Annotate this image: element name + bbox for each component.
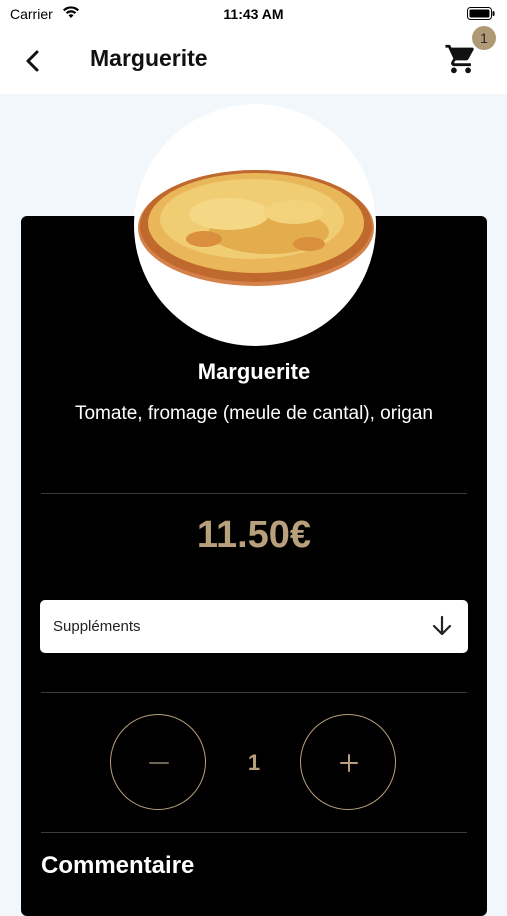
product-name: Marguerite <box>197 359 311 384</box>
back-arrow-icon[interactable] <box>20 48 44 74</box>
status-time: 11:43 AM <box>223 6 284 22</box>
divider <box>41 493 467 494</box>
product-description: Tomate, fromage (meule de cantal), origa… <box>74 403 433 424</box>
product-image <box>134 104 376 346</box>
status-bar: Carrier 11:43 AM <box>0 0 507 28</box>
comment-section-title: Commentaire <box>41 852 195 879</box>
quantity-value: 1 <box>247 750 261 775</box>
supplements-select[interactable]: Suppléments <box>40 600 468 653</box>
divider <box>41 832 467 833</box>
battery-icon <box>467 7 495 25</box>
supplements-label: Suppléments <box>53 618 141 635</box>
minus-icon <box>149 762 169 764</box>
product-price: 11.50€ <box>196 514 312 556</box>
arrow-down-icon <box>430 614 454 638</box>
cart-icon[interactable] <box>444 42 478 76</box>
plus-icon <box>340 754 358 772</box>
decrease-quantity-button[interactable] <box>110 714 206 810</box>
cart-count-badge: 1 <box>472 26 496 50</box>
page-title: Marguerite <box>90 45 208 71</box>
divider <box>41 692 467 693</box>
pizza-image <box>138 170 374 286</box>
navigation-bar: Marguerite 1 <box>0 26 507 94</box>
increase-quantity-button[interactable] <box>300 714 396 810</box>
